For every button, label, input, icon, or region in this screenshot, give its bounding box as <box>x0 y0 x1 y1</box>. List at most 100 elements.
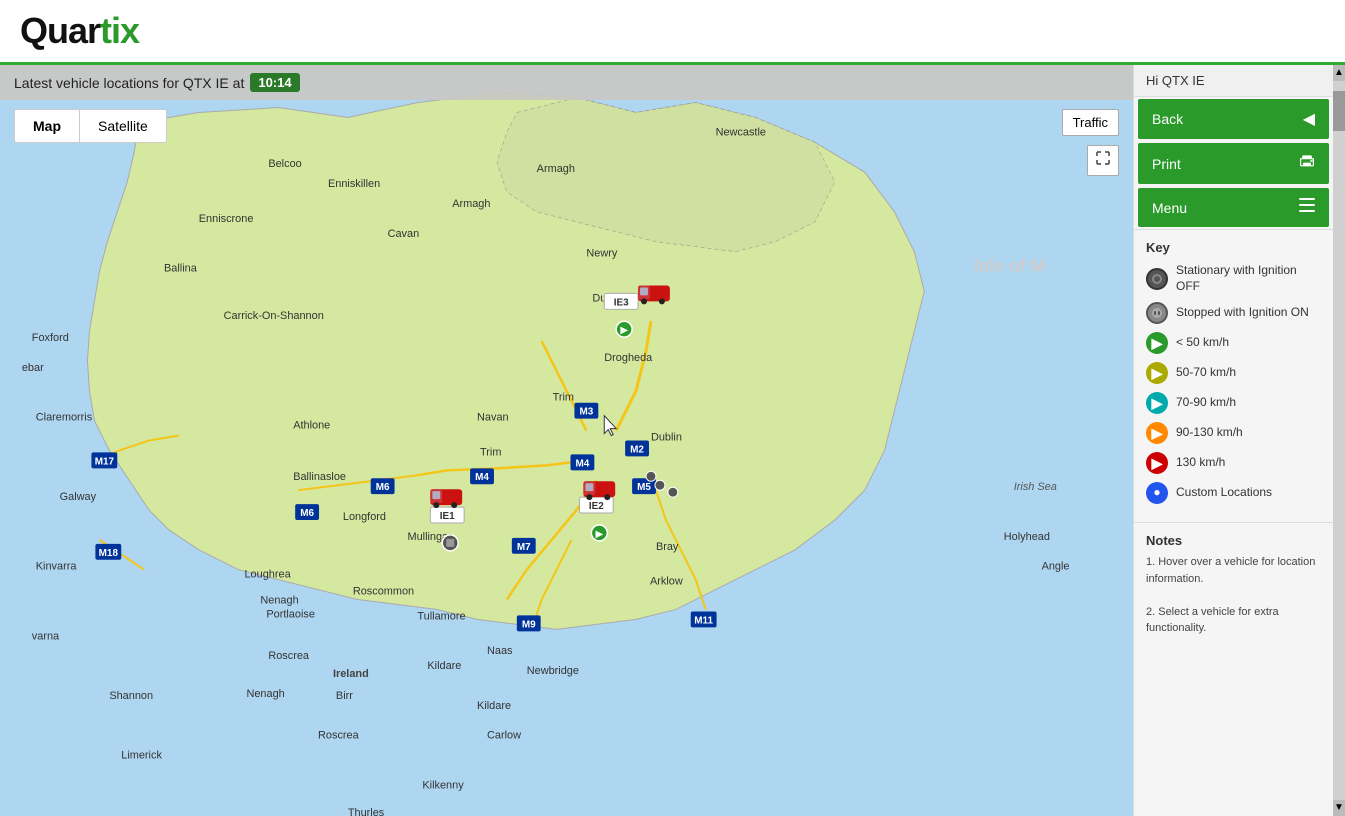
time-badge: 10:14 <box>250 73 299 92</box>
lt50-label: < 50 km/h <box>1176 335 1229 351</box>
svg-text:ebar: ebar <box>22 362 44 374</box>
satellite-button[interactable]: Satellite <box>80 110 166 142</box>
svg-text:Galway: Galway <box>60 491 97 503</box>
stopped-on-icon <box>1146 302 1168 324</box>
scroll-up-arrow[interactable]: ▲ <box>1333 65 1345 81</box>
svg-text:Longford: Longford <box>343 511 386 523</box>
svg-text:Loughrea: Loughrea <box>244 569 291 581</box>
banner-text: Latest vehicle locations for QTX IE at <box>14 75 244 91</box>
back-button[interactable]: Back ◀ <box>1138 99 1329 139</box>
key-section: Key Stationary with Ignition OFF Stopped… <box>1134 229 1333 522</box>
svg-text:Trim: Trim <box>553 392 574 404</box>
map-svg: M17 M6 M18 M4 M6 M3 M2 M4 M5 <box>0 65 1133 816</box>
svg-text:Arklow: Arklow <box>650 576 683 588</box>
svg-text:M18: M18 <box>99 548 119 559</box>
custom-locations-icon: ● <box>1146 482 1168 504</box>
svg-text:Thurles: Thurles <box>348 807 385 816</box>
stopped-on-label: Stopped with Ignition ON <box>1176 305 1309 321</box>
svg-text:Newry: Newry <box>586 248 617 260</box>
notes-section: Notes 1. Hover over a vehicle for locati… <box>1134 522 1333 816</box>
svg-text:Enniskillen: Enniskillen <box>328 178 380 190</box>
key-item-over130: ▶ 130 km/h <box>1146 452 1321 474</box>
scrollbar[interactable]: ▲ ▼ <box>1333 65 1345 816</box>
map-banner: Latest vehicle locations for QTX IE at 1… <box>0 65 1133 100</box>
svg-text:M4: M4 <box>576 458 590 469</box>
over130-label: 130 km/h <box>1176 455 1225 471</box>
svg-text:Portlaoise: Portlaoise <box>266 608 315 620</box>
svg-text:Athlone: Athlone <box>293 420 330 432</box>
svg-text:Tullamore: Tullamore <box>417 610 465 622</box>
svg-text:Shannon: Shannon <box>109 690 153 702</box>
hi-user-label: Hi QTX IE <box>1134 65 1333 97</box>
logo: Quartix <box>20 10 139 52</box>
svg-text:Kildare: Kildare <box>427 660 461 672</box>
key-title: Key <box>1146 240 1321 255</box>
svg-text:IE3: IE3 <box>614 297 629 308</box>
svg-text:Armagh: Armagh <box>537 163 575 175</box>
svg-text:Claremorris: Claremorris <box>36 412 93 424</box>
svg-text:Cavan: Cavan <box>388 228 420 240</box>
key-item-lt50: ▶ < 50 km/h <box>1146 332 1321 354</box>
menu-icon <box>1299 198 1315 217</box>
svg-text:M2: M2 <box>630 444 644 455</box>
svg-text:Naas: Naas <box>487 645 513 657</box>
svg-text:Roscrea: Roscrea <box>268 650 310 662</box>
print-icon <box>1299 153 1315 174</box>
key-item-stationary-off: Stationary with Ignition OFF <box>1146 263 1321 294</box>
svg-text:M6: M6 <box>376 482 390 493</box>
back-label: Back <box>1152 111 1183 127</box>
fullscreen-button[interactable] <box>1087 145 1119 176</box>
svg-text:Kilkenny: Kilkenny <box>422 779 464 791</box>
svg-text:Foxford: Foxford <box>32 332 69 344</box>
svg-text:Drogheda: Drogheda <box>604 352 653 364</box>
50to70-icon: ▶ <box>1146 362 1168 384</box>
svg-text:Ballinasloe: Ballinasloe <box>293 471 346 483</box>
svg-text:Roscommon: Roscommon <box>353 586 414 598</box>
key-item-50to70: ▶ 50-70 km/h <box>1146 362 1321 384</box>
svg-text:Isle of M: Isle of M <box>974 256 1046 276</box>
scroll-track[interactable] <box>1333 81 1345 800</box>
menu-button[interactable]: Menu <box>1138 188 1329 227</box>
notes-line-1: 1. Hover over a vehicle for location inf… <box>1146 554 1321 587</box>
70to90-label: 70-90 km/h <box>1176 395 1236 411</box>
svg-text:Holyhead: Holyhead <box>1004 531 1050 543</box>
svg-text:M3: M3 <box>579 407 593 418</box>
key-item-70to90: ▶ 70-90 km/h <box>1146 392 1321 414</box>
sidebar: Hi QTX IE Back ◀ Print Menu Key S <box>1133 65 1333 816</box>
90to130-icon: ▶ <box>1146 422 1168 444</box>
stationary-off-icon <box>1146 268 1168 290</box>
print-button[interactable]: Print <box>1138 143 1329 184</box>
notes-title: Notes <box>1146 533 1321 548</box>
svg-text:Belcoo: Belcoo <box>268 158 301 170</box>
svg-text:Carlow: Carlow <box>487 730 521 742</box>
svg-text:Nenagh: Nenagh <box>246 688 284 700</box>
stationary-off-label: Stationary with Ignition OFF <box>1176 263 1321 294</box>
svg-text:M7: M7 <box>517 542 531 553</box>
traffic-button[interactable]: Traffic <box>1062 109 1119 136</box>
svg-text:Birr: Birr <box>336 690 353 702</box>
svg-text:Irish Sea: Irish Sea <box>1014 481 1057 493</box>
svg-text:Nenagh: Nenagh <box>260 594 298 606</box>
map-container[interactable]: Latest vehicle locations for QTX IE at 1… <box>0 65 1133 816</box>
svg-text:Ballina: Ballina <box>164 263 198 275</box>
lt50-icon: ▶ <box>1146 332 1168 354</box>
key-item-stopped-on: Stopped with Ignition ON <box>1146 302 1321 324</box>
svg-text:Angle: Angle <box>1042 561 1070 573</box>
custom-locations-label: Custom Locations <box>1176 485 1272 501</box>
svg-text:Limerick: Limerick <box>121 750 162 762</box>
notes-line-2: 2. Select a vehicle for extra functional… <box>1146 604 1321 637</box>
svg-text:Armagh: Armagh <box>452 198 490 210</box>
50to70-label: 50-70 km/h <box>1176 365 1236 381</box>
svg-text:Bray: Bray <box>656 541 679 553</box>
scroll-down-arrow[interactable]: ▼ <box>1333 800 1345 816</box>
scroll-thumb[interactable] <box>1333 91 1345 131</box>
menu-label: Menu <box>1152 200 1187 216</box>
svg-text:Kildare: Kildare <box>477 700 511 712</box>
svg-text:M11: M11 <box>694 615 713 626</box>
over130-icon: ▶ <box>1146 452 1168 474</box>
map-button[interactable]: Map <box>15 110 80 142</box>
logo-text: Quartix <box>20 10 139 51</box>
svg-text:M5: M5 <box>637 482 651 493</box>
map-type-buttons: Map Satellite <box>14 109 167 143</box>
90to130-label: 90-130 km/h <box>1176 425 1243 441</box>
